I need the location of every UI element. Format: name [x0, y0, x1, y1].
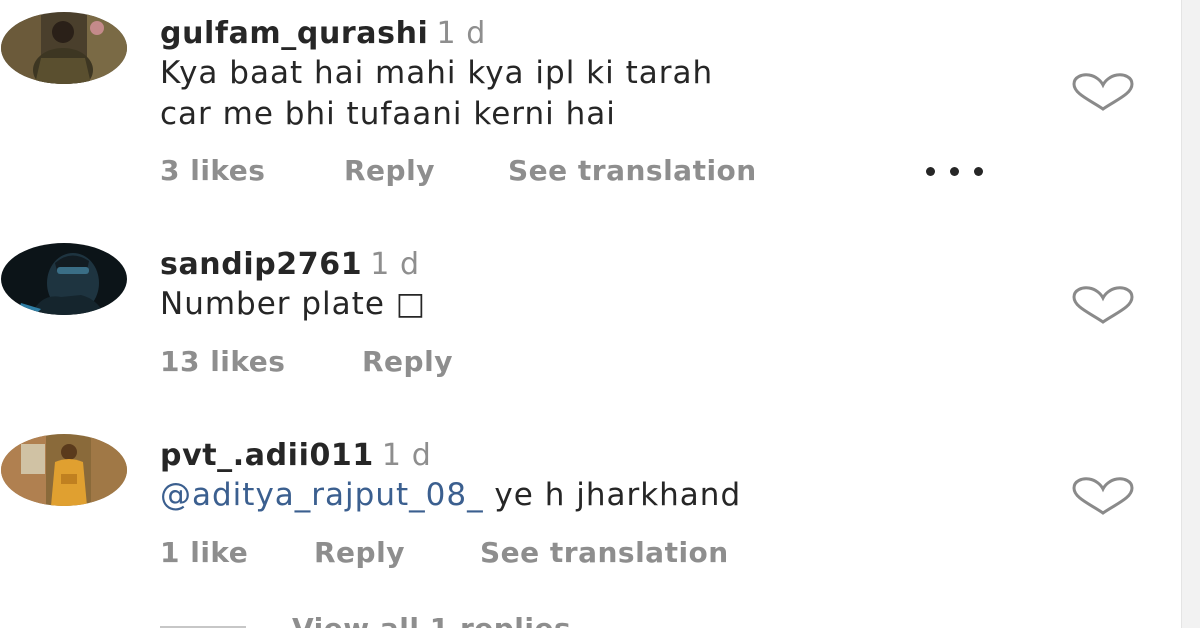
- view-replies-label[interactable]: View all 1 replies: [292, 612, 571, 628]
- comment-text: @aditya_rajput_08_ ye h jharkhand: [160, 475, 741, 516]
- avatar-photo: [1, 434, 127, 506]
- likes-count[interactable]: 1 like: [160, 536, 248, 569]
- username-link[interactable]: sandip2761: [160, 247, 362, 282]
- heart-icon[interactable]: [1070, 476, 1136, 516]
- timestamp[interactable]: 1 d: [370, 247, 419, 282]
- reply-button[interactable]: Reply: [314, 536, 405, 569]
- avatar[interactable]: [1, 12, 127, 84]
- reply-button[interactable]: Reply: [362, 345, 453, 378]
- comment-header: pvt_.adii011 1 d: [160, 438, 431, 473]
- more-options-icon[interactable]: [922, 167, 992, 177]
- comment-header: gulfam_qurashi 1 d: [160, 16, 486, 51]
- comment-item: sandip2761 1 d Number plate □ 13 likes Re…: [0, 243, 1180, 393]
- comment-text: Number plate □: [160, 284, 426, 325]
- comment-text-line: car me bhi tufaani kerni hai: [160, 96, 616, 132]
- heart-icon[interactable]: [1070, 72, 1136, 112]
- username-link[interactable]: gulfam_qurashi: [160, 16, 428, 51]
- avatar[interactable]: [1, 243, 127, 315]
- comment-text-line: Number plate: [160, 286, 396, 322]
- username-link[interactable]: pvt_.adii011: [160, 438, 374, 473]
- see-translation-button[interactable]: See translation: [508, 154, 757, 187]
- mention-link[interactable]: @aditya_rajput_08_: [160, 477, 484, 513]
- comment-text-line: Kya baat hai mahi kya ipl ki tarah: [160, 55, 714, 91]
- comment-text: Kya baat hai mahi kya ipl ki tarah car m…: [160, 53, 713, 135]
- likes-count[interactable]: 3 likes: [160, 154, 265, 187]
- comment-item: pvt_.adii011 1 d @aditya_rajput_08_ ye h …: [0, 434, 1180, 584]
- likes-count[interactable]: 13 likes: [160, 345, 285, 378]
- reply-button[interactable]: Reply: [344, 154, 435, 187]
- timestamp[interactable]: 1 d: [382, 438, 431, 473]
- see-translation-button[interactable]: See translation: [480, 536, 729, 569]
- avatar-photo: [1, 243, 127, 315]
- timestamp[interactable]: 1 d: [436, 16, 485, 51]
- comment-item: gulfam_qurashi 1 d Kya baat hai mahi kya …: [0, 12, 1180, 202]
- comment-header: sandip2761 1 d: [160, 247, 420, 282]
- heart-icon[interactable]: [1070, 285, 1136, 325]
- emoji-placeholder: □: [395, 286, 427, 322]
- comment-text-line: ye h jharkhand: [483, 477, 742, 513]
- avatar[interactable]: [1, 434, 127, 506]
- scrollbar[interactable]: [1181, 0, 1200, 628]
- comments-panel: gulfam_qurashi 1 d Kya baat hai mahi kya …: [0, 0, 1200, 628]
- avatar-photo: [1, 12, 127, 84]
